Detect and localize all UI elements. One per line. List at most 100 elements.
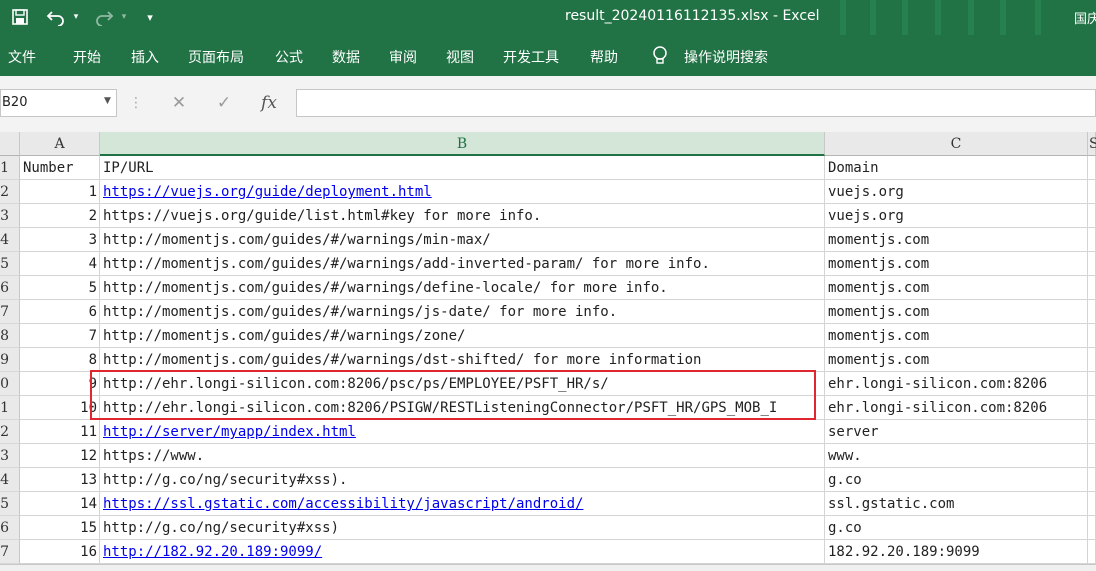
column-header-c[interactable]: C xyxy=(825,132,1088,156)
row-header[interactable]: 6 xyxy=(0,276,20,300)
cell-domain[interactable]: ehr.longi-silicon.com:8206 xyxy=(825,372,1088,396)
save-icon[interactable] xyxy=(8,5,32,29)
hyperlink[interactable]: https://ssl.gstatic.com/accessibility/ja… xyxy=(103,496,583,512)
cell-url[interactable]: http://g.co/ng/security#xss). xyxy=(100,468,825,492)
tab-help[interactable]: 帮助 xyxy=(590,47,618,67)
tab-developer[interactable]: 开发工具 xyxy=(503,47,559,67)
cell-next[interactable] xyxy=(1088,372,1096,396)
cell-url[interactable]: https://www. xyxy=(100,444,825,468)
row-header[interactable]: 7 xyxy=(0,300,20,324)
tab-insert[interactable]: 插入 xyxy=(131,47,159,67)
cell-number[interactable]: 11 xyxy=(20,420,100,444)
column-header-next[interactable]: S xyxy=(1088,132,1096,156)
tab-review[interactable]: 审阅 xyxy=(389,47,417,67)
hyperlink[interactable]: http://server/myapp/index.html xyxy=(103,424,356,440)
name-box[interactable]: B20 ▼ xyxy=(0,89,117,117)
cell-next[interactable] xyxy=(1088,276,1096,300)
tab-view[interactable]: 视图 xyxy=(446,47,474,67)
hyperlink[interactable]: http://182.92.20.189:9099/ xyxy=(103,544,322,560)
tab-home[interactable]: 开始 xyxy=(73,47,101,67)
select-all-corner[interactable] xyxy=(0,132,20,156)
cell-next[interactable] xyxy=(1088,204,1096,228)
cell-number[interactable]: 5 xyxy=(20,276,100,300)
row-header[interactable]: 11 xyxy=(0,396,20,420)
tab-formulas[interactable]: 公式 xyxy=(275,47,303,67)
cell-domain[interactable]: momentjs.com xyxy=(825,348,1088,372)
cell-next[interactable] xyxy=(1088,516,1096,540)
cell-number[interactable]: 15 xyxy=(20,516,100,540)
cell-url[interactable]: http://momentjs.com/guides/#/warnings/js… xyxy=(100,300,825,324)
undo-icon[interactable] xyxy=(44,5,68,29)
cell-number[interactable]: 7 xyxy=(20,324,100,348)
cell-number[interactable]: 1 xyxy=(20,180,100,204)
tab-page-layout[interactable]: 页面布局 xyxy=(188,47,244,67)
cell-url[interactable]: http://182.92.20.189:9099/ xyxy=(100,540,825,564)
row-header[interactable]: 1 xyxy=(0,156,20,180)
cell-c1[interactable]: Domain xyxy=(825,156,1088,180)
enter-icon[interactable]: ✓ xyxy=(211,89,237,117)
cell-url[interactable]: http://momentjs.com/guides/#/warnings/ad… xyxy=(100,252,825,276)
cell-domain[interactable]: ssl.gstatic.com xyxy=(825,492,1088,516)
cell-next[interactable] xyxy=(1088,444,1096,468)
cell-domain[interactable]: www. xyxy=(825,444,1088,468)
row-header[interactable]: 3 xyxy=(0,204,20,228)
row-header[interactable]: 17 xyxy=(0,540,20,564)
cell-next[interactable] xyxy=(1088,420,1096,444)
cell-number[interactable]: 2 xyxy=(20,204,100,228)
cell-number[interactable]: 8 xyxy=(20,348,100,372)
cell-d1[interactable] xyxy=(1088,156,1096,180)
column-header-a[interactable]: A xyxy=(20,132,100,156)
formula-input[interactable] xyxy=(296,89,1096,117)
cell-domain[interactable]: server xyxy=(825,420,1088,444)
cell-next[interactable] xyxy=(1088,324,1096,348)
hyperlink[interactable]: https://vuejs.org/guide/deployment.html xyxy=(103,184,432,200)
row-header[interactable]: 15 xyxy=(0,492,20,516)
user-name[interactable]: 国庆 xyxy=(1074,8,1096,27)
cell-next[interactable] xyxy=(1088,300,1096,324)
row-header[interactable]: 4 xyxy=(0,228,20,252)
undo-dropdown-icon[interactable]: ▾ xyxy=(69,5,83,29)
cell-domain[interactable]: ehr.longi-silicon.com:8206 xyxy=(825,396,1088,420)
cell-url[interactable]: https://ssl.gstatic.com/accessibility/ja… xyxy=(100,492,825,516)
customize-icon[interactable]: ▾ xyxy=(142,5,158,29)
row-header[interactable]: 10 xyxy=(0,372,20,396)
cell-domain[interactable]: vuejs.org xyxy=(825,204,1088,228)
cell-next[interactable] xyxy=(1088,180,1096,204)
row-header[interactable]: 2 xyxy=(0,180,20,204)
row-header[interactable]: 12 xyxy=(0,420,20,444)
cell-number[interactable]: 9 xyxy=(20,372,100,396)
cell-next[interactable] xyxy=(1088,348,1096,372)
cell-domain[interactable]: momentjs.com xyxy=(825,324,1088,348)
row-header[interactable]: 14 xyxy=(0,468,20,492)
insert-function-icon[interactable]: fx xyxy=(254,89,284,117)
cell-domain[interactable]: g.co xyxy=(825,516,1088,540)
cell-domain[interactable]: momentjs.com xyxy=(825,276,1088,300)
cell-number[interactable]: 6 xyxy=(20,300,100,324)
row-header[interactable]: 13 xyxy=(0,444,20,468)
cell-domain[interactable]: 182.92.20.189:9099 xyxy=(825,540,1088,564)
lightbulb-icon[interactable] xyxy=(651,45,669,69)
cell-b1[interactable]: IP/URL xyxy=(100,156,825,180)
cell-next[interactable] xyxy=(1088,252,1096,276)
row-header[interactable]: 16 xyxy=(0,516,20,540)
cell-url[interactable]: https://vuejs.org/guide/list.html#key fo… xyxy=(100,204,825,228)
cell-number[interactable]: 3 xyxy=(20,228,100,252)
tell-me-search[interactable]: 操作说明搜索 xyxy=(684,47,768,67)
cell-domain[interactable]: momentjs.com xyxy=(825,300,1088,324)
cell-domain[interactable]: vuejs.org xyxy=(825,180,1088,204)
cell-url[interactable]: http://server/myapp/index.html xyxy=(100,420,825,444)
redo-dropdown-icon[interactable]: ▾ xyxy=(117,5,131,29)
cell-url[interactable]: https://vuejs.org/guide/deployment.html xyxy=(100,180,825,204)
row-header[interactable]: 5 xyxy=(0,252,20,276)
cell-next[interactable] xyxy=(1088,540,1096,564)
cell-number[interactable]: 10 xyxy=(20,396,100,420)
chevron-down-icon[interactable]: ▼ xyxy=(104,96,111,106)
cell-domain[interactable]: g.co xyxy=(825,468,1088,492)
row-header[interactable]: 9 xyxy=(0,348,20,372)
cell-next[interactable] xyxy=(1088,396,1096,420)
cell-next[interactable] xyxy=(1088,228,1096,252)
tab-data[interactable]: 数据 xyxy=(332,47,360,67)
row-header[interactable]: 8 xyxy=(0,324,20,348)
cell-number[interactable]: 16 xyxy=(20,540,100,564)
cell-domain[interactable]: momentjs.com xyxy=(825,252,1088,276)
